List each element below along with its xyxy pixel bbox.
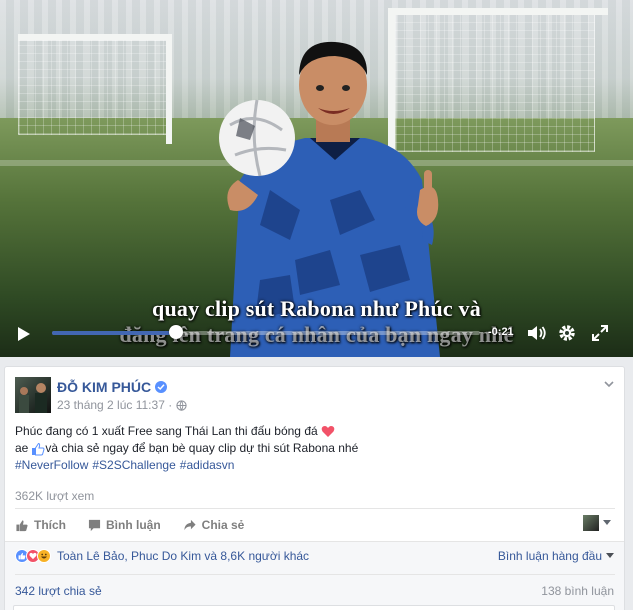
post-timestamp[interactable]: 23 tháng 2 lúc 11:37 · [57,398,172,412]
fullscreen-icon [592,325,608,341]
reactions-summary[interactable]: Toàn Lê Bảo, Phuc Do Kim và 8,6K người k… [15,549,309,563]
goal-crossbar-left [18,34,170,40]
settings-gear-icon [559,325,575,341]
view-count: 362K lượt xem [15,489,95,503]
play-button[interactable] [14,324,34,344]
video-progress-bar[interactable] [52,325,480,339]
volume-icon [528,326,546,340]
post-card: ĐỖ KIM PHÚC 23 tháng 2 lúc 11:37 · Phúc … [4,366,625,610]
post-text-2a: ae [15,441,29,455]
comment-count[interactable]: 138 bình luận [541,584,614,598]
viewer-menu-caret-icon[interactable] [603,520,611,525]
post-meta: 23 tháng 2 lúc 11:37 · [57,398,187,412]
post-text-line1: Phúc đang có 1 xuất Free sang Thái Lan t… [15,423,615,440]
hashtag-link[interactable]: #NeverFollow [15,457,88,474]
post-actions: Thích Bình luận Chia sẻ [15,515,266,535]
viewer-avatar[interactable] [583,515,599,531]
post-text-line2: ae và chia sẻ ngay để bạn bè quay clip d… [15,440,615,457]
goal-crossbar-right [388,8,608,15]
like-button[interactable]: Thích [15,518,66,532]
share-arrow-icon [184,519,196,530]
author-name-link[interactable]: ĐỖ KIM PHÚC [57,379,168,395]
video-subtitle-line1: quay clip sút Rabona như Phúc và [152,296,481,321]
video-time-remaining: -0:21 [488,326,514,338]
comment-bubble-icon [88,519,101,531]
share-button[interactable]: Chia sẻ [183,518,245,532]
goal-post-left [166,34,172,144]
post-text-2b: và chia sẻ ngay để bạn bè quay clip dự t… [45,441,359,455]
like-thumb-icon [16,519,28,531]
video-player[interactable]: quay clip sút Rabona như Phúc và đăng lê… [0,0,633,357]
video-progress-fill [52,331,177,335]
facebook-video-post: quay clip sút Rabona như Phúc và đăng lê… [0,0,633,610]
avatar-image [19,383,47,413]
haha-icon [37,549,51,563]
reactions-text: Toàn Lê Bảo, Phuc Do Kim và 8,6K người k… [57,549,310,563]
comment-button[interactable]: Bình luận [88,518,161,532]
verified-badge-icon [155,381,168,393]
post-body: Phúc đang có 1 xuất Free sang Thái Lan t… [15,423,615,474]
hashtag-link[interactable]: #adidasvn [180,457,235,474]
share-label: Chia sẻ [201,518,245,532]
settings-button[interactable] [556,322,578,344]
like-label: Thích [34,518,66,532]
author-name: ĐỖ KIM PHÚC [57,379,152,395]
divider [15,508,615,509]
comment-label: Bình luận [106,518,161,532]
post-hashtags: #NeverFollow #S2SChallenge #adidasvn [15,457,615,474]
hashtag-link[interactable]: #S2SChallenge [92,457,175,474]
share-count[interactable]: 342 lượt chia sẻ [15,584,102,598]
play-icon [18,327,30,341]
heart-icon [321,425,334,437]
goal-net-left [18,40,168,135]
globe-icon [176,399,187,411]
chevron-down-icon[interactable] [602,377,616,391]
author-avatar[interactable] [15,377,51,413]
caret-down-icon [606,553,614,558]
fullscreen-button[interactable] [590,323,610,343]
comment-sort-label: Bình luận hàng đầu [497,549,602,563]
divider [15,574,615,575]
volume-button[interactable] [526,322,548,344]
comment-input[interactable] [13,605,615,610]
video-progress-handle[interactable] [169,325,184,339]
post-text-1: Phúc đang có 1 xuất Free sang Thái Lan t… [15,424,318,438]
like-thumb-emoji-icon [32,442,45,455]
comment-sort-dropdown[interactable]: Bình luận hàng đầu [498,549,614,563]
